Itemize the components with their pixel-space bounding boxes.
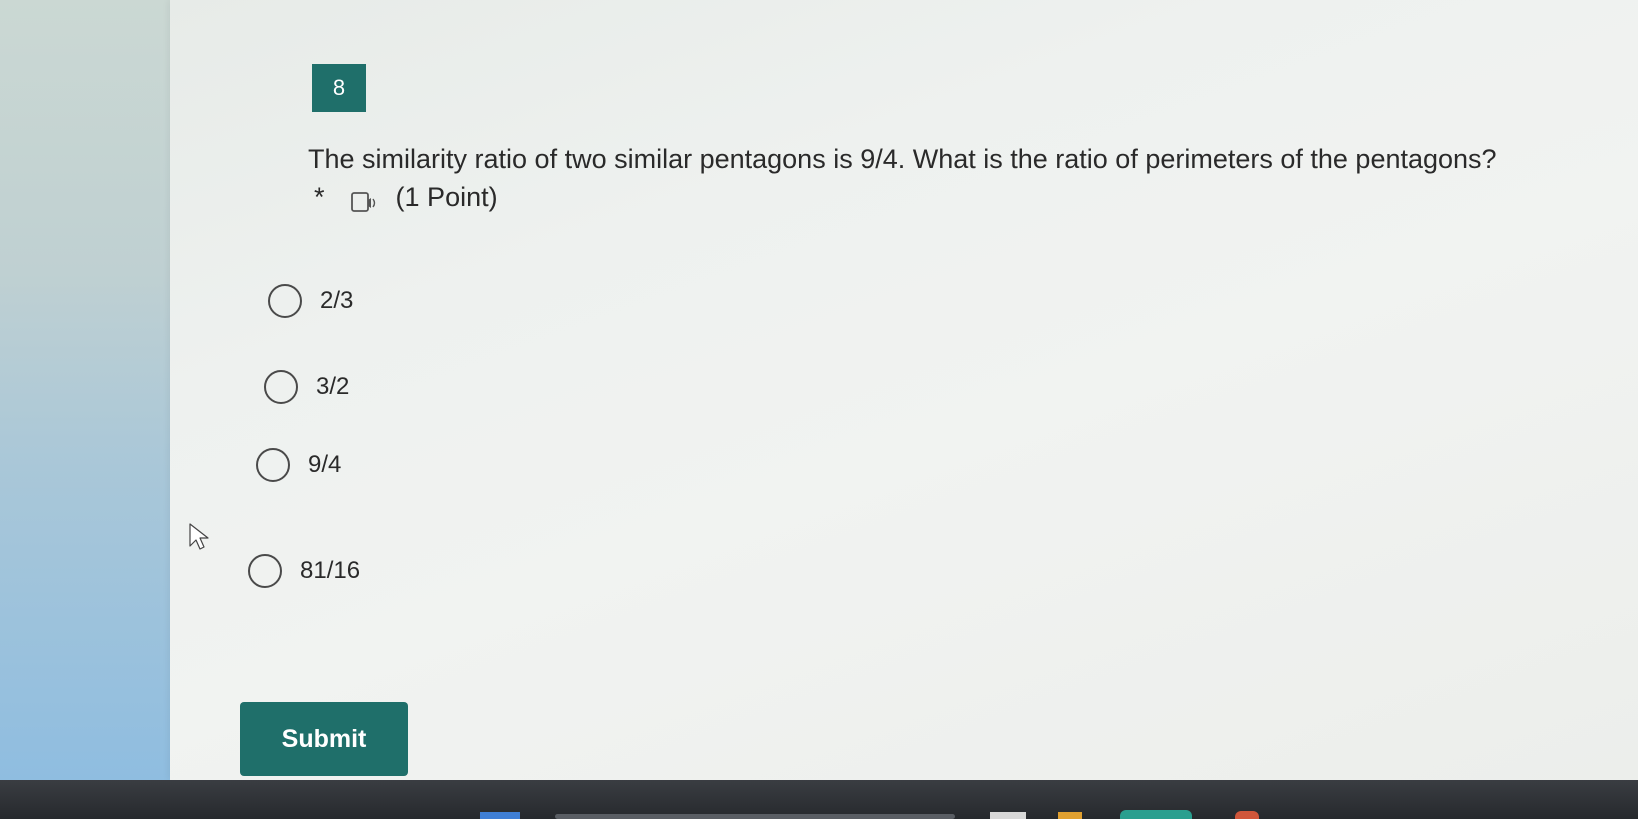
backdrop-left bbox=[0, 0, 170, 780]
option-3[interactable]: 9/4 bbox=[256, 448, 341, 482]
radio-button[interactable] bbox=[248, 554, 282, 588]
question-points: (1 Point) bbox=[395, 182, 498, 212]
taskbar-item[interactable] bbox=[1058, 812, 1082, 819]
taskbar bbox=[0, 780, 1638, 819]
taskbar-item[interactable] bbox=[1120, 810, 1192, 819]
taskbar-item[interactable] bbox=[1235, 811, 1259, 819]
option-label: 81/16 bbox=[300, 557, 361, 584]
option-label: 3/2 bbox=[316, 373, 350, 400]
option-1[interactable]: 2/3 bbox=[268, 284, 353, 318]
required-marker: * bbox=[314, 182, 325, 212]
option-label: 2/3 bbox=[320, 287, 354, 314]
submit-button[interactable]: Submit bbox=[240, 702, 408, 776]
immersive-reader-icon[interactable] bbox=[350, 187, 378, 212]
taskbar-search[interactable] bbox=[555, 814, 955, 819]
mouse-cursor-icon bbox=[188, 522, 214, 552]
question-title: The similarity ratio of two similar pent… bbox=[308, 140, 1508, 216]
question-number: 8 bbox=[312, 64, 366, 112]
option-4[interactable]: 81/16 bbox=[248, 554, 360, 588]
radio-button[interactable] bbox=[256, 448, 290, 482]
radio-button[interactable] bbox=[268, 284, 302, 318]
taskbar-item[interactable] bbox=[990, 812, 1026, 819]
option-2[interactable]: 3/2 bbox=[264, 370, 349, 404]
radio-button[interactable] bbox=[264, 370, 298, 404]
question-text: The similarity ratio of two similar pent… bbox=[308, 144, 1497, 174]
taskbar-item[interactable] bbox=[480, 812, 520, 819]
form-card bbox=[170, 0, 1638, 780]
option-label: 9/4 bbox=[308, 451, 342, 478]
